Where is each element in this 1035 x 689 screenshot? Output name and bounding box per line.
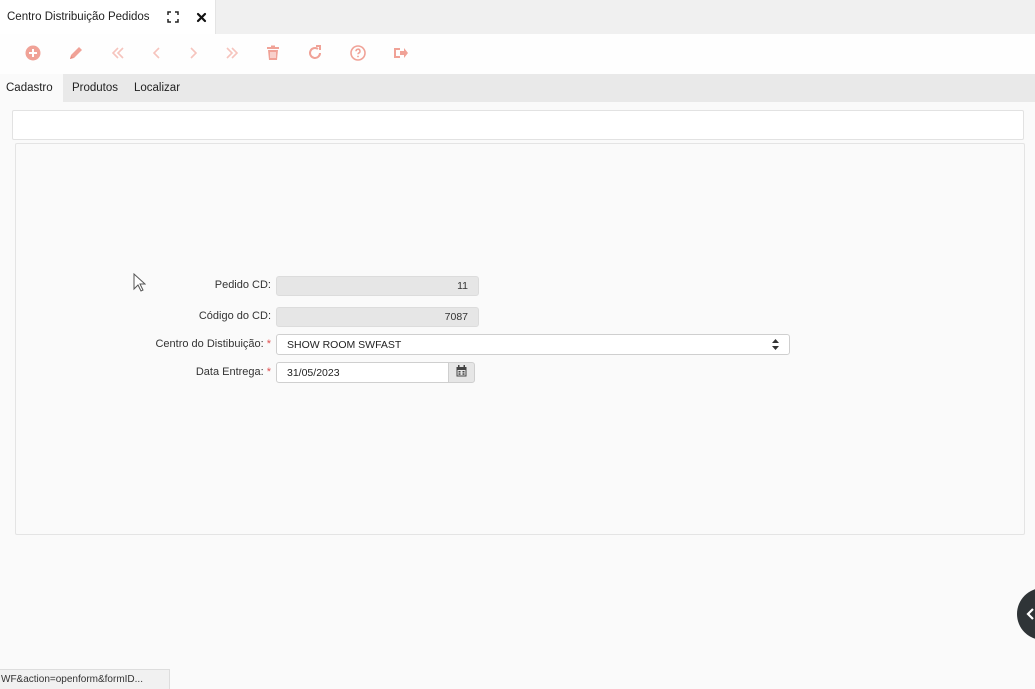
codigo-cd-field: 7087 [276,307,479,327]
required-mark: * [266,366,271,378]
data-entrega-field[interactable]: 31/05/2023 [276,362,449,383]
refresh-icon[interactable] [303,42,327,64]
close-icon[interactable] [193,9,209,25]
first-record-icon[interactable] [106,42,130,64]
chevron-left-icon [1025,607,1035,624]
exit-icon[interactable] [389,42,413,64]
last-record-icon[interactable] [220,42,244,64]
form-tabs: Cadastro Produtos Localizar [0,74,1035,102]
codigo-cd-value: 7087 [444,311,468,323]
select-arrows-icon [772,339,779,353]
tab-localizar[interactable]: Localizar [128,74,186,102]
mouse-cursor-icon [133,272,147,295]
help-icon[interactable] [346,42,370,64]
tab-produtos[interactable]: Produtos [66,74,124,102]
codigo-cd-label: Código do CD: [198,310,271,322]
status-url: WF&action=openform&formID... [0,669,170,689]
collapse-panel-button[interactable] [1017,588,1035,640]
required-mark: * [266,338,271,350]
centro-select-value: SHOW ROOM SWFAST [287,338,402,351]
calendar-icon [456,365,467,380]
next-record-icon[interactable] [181,42,205,64]
data-entrega-value: 31/05/2023 [287,366,340,379]
edit-icon[interactable] [64,42,88,64]
toolbar [0,34,1035,74]
window-tab[interactable]: Centro Distribuição Pedidos [0,0,216,34]
window-title: Centro Distribuição Pedidos [7,11,150,23]
add-icon[interactable] [21,42,45,64]
expand-icon[interactable] [165,9,181,25]
delete-icon[interactable] [261,42,285,64]
centro-label: Centro do Distibuição: * [155,338,271,350]
pedido-cd-field: 11 [276,276,479,296]
tab-cadastro[interactable]: Cadastro [0,74,63,102]
pedido-cd-value: 11 [457,280,468,292]
previous-record-icon[interactable] [145,42,169,64]
window-tab-bar: Centro Distribuição Pedidos [0,0,1035,34]
header-panel [12,110,1024,140]
data-entrega-label: Data Entrega: * [195,366,271,378]
centro-select[interactable]: SHOW ROOM SWFAST [276,334,790,355]
calendar-button[interactable] [448,362,475,383]
pedido-cd-label: Pedido CD: [214,279,271,291]
